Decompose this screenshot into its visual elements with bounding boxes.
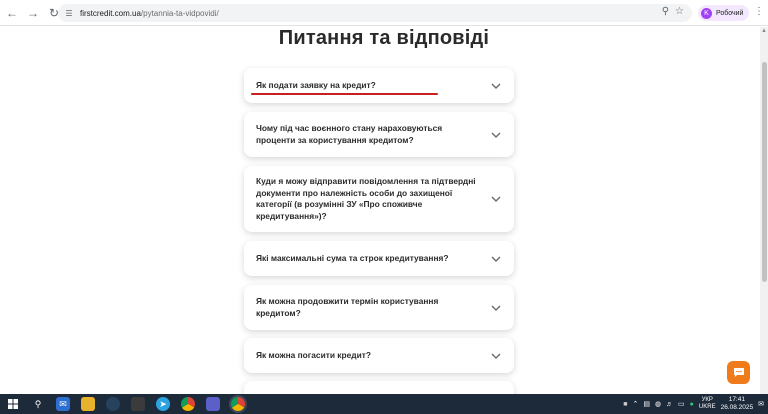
menu-kebab-icon[interactable]: ⋮ [754,6,764,17]
faq-item[interactable]: Як подати заявку на кредит? [244,68,514,103]
telegram-icon[interactable]: ➤ [156,397,170,411]
vpn-status-icon[interactable]: ● [690,401,694,408]
page-title: Питання та відповіді [278,27,490,49]
steam-icon[interactable] [106,397,120,411]
store-icon[interactable] [131,397,145,411]
tray-chevron-up-icon[interactable]: ⌃ [632,400,638,408]
faq-item[interactable]: Куди я можу відправити повідомлення та п… [244,166,514,232]
faq-question: Куди я можу відправити повідомлення та п… [256,176,476,221]
input-language[interactable]: УКР UKRE [699,397,716,411]
faq-item[interactable]: Які максимальні сума та строк кредитуван… [244,241,514,276]
battery-icon[interactable]: ▭ [678,400,685,408]
active-underline [251,93,438,95]
system-tray: ■ ⌃ ▤ ◍ ♬ ▭ ● УКР UKRE 17:41 26.08.2025 … [623,394,764,414]
windows-start-icon[interactable] [6,397,20,411]
chevron-down-icon[interactable] [490,253,502,265]
zoom-icon[interactable]: ⚲ [662,6,669,17]
avatar: K [701,7,712,19]
chevron-down-icon[interactable] [490,350,502,362]
clock-time: 17:41 [728,396,745,403]
wifi-icon[interactable]: ◍ [655,400,661,408]
os-taskbar: ⚲ ✉ ➤ ■ ⌃ ▤ ◍ ♬ ▭ ● УКР UKRE 17:41 26.08… [0,394,768,414]
chat-button[interactable] [727,361,750,384]
scroll-up-arrow-icon[interactable]: ▲ [761,28,767,34]
chat-bubble-icon [733,368,744,377]
faq-question: Як можна продовжити термін користування … [256,296,439,318]
back-icon[interactable]: ← [3,4,21,22]
faq-item[interactable]: Чому під час воєнного стану нараховуютьс… [244,112,514,157]
chrome-active-icon[interactable] [231,397,245,411]
faq-question: Чому під час воєнного стану нараховуютьс… [256,123,443,145]
faq-item[interactable]: Як можна продовжити термін користування … [244,285,514,330]
volume-icon[interactable]: ♬ [666,401,673,408]
lang-top: УКР [701,397,713,403]
network-icon[interactable]: ▤ [643,400,650,408]
faq-question: Які максимальні сума та строк кредитуван… [256,252,449,263]
chevron-down-icon[interactable] [490,302,502,314]
clock-date: 26.08.2025 [720,404,754,411]
browser-toolbar: ← → ↻ ☰ firstcredit.com.ua/pytannia-ta-v… [0,0,768,26]
profile-name: Робочий [716,9,744,17]
scrollbar-thumb[interactable] [762,62,767,282]
address-bar[interactable]: ☰ firstcredit.com.ua/pytannia-ta-vidpovi… [58,4,692,22]
lang-bottom: UKRE [698,404,716,410]
faq-item[interactable]: Як можна погасити кредит? [244,338,514,373]
clock[interactable]: 17:41 26.08.2025 [721,396,754,412]
search-icon[interactable]: ⚲ [31,397,45,411]
chrome-icon[interactable] [181,397,195,411]
profile-button[interactable]: K Робочий [698,5,750,21]
notification-icon[interactable]: ✉ [758,400,764,408]
mail-icon[interactable]: ✉ [56,397,70,411]
site-info-icon[interactable]: ☰ [64,8,74,18]
bookmark-star-icon[interactable]: ☆ [675,6,684,17]
faq-question: Як можна погасити кредит? [256,349,371,360]
url-path: /pytannia-ta-vidpovidi/ [140,8,219,18]
chevron-down-icon[interactable] [490,80,502,92]
chevron-down-icon[interactable] [490,193,502,205]
url-domain: firstcredit.com.ua [80,8,141,18]
teams-icon[interactable] [206,397,220,411]
file-explorer-icon[interactable] [81,397,95,411]
faq-question: Як подати заявку на кредит? [256,79,376,90]
forward-icon[interactable]: → [24,4,42,22]
chevron-down-icon[interactable] [490,129,502,141]
tray-app-icon[interactable]: ■ [623,401,627,408]
